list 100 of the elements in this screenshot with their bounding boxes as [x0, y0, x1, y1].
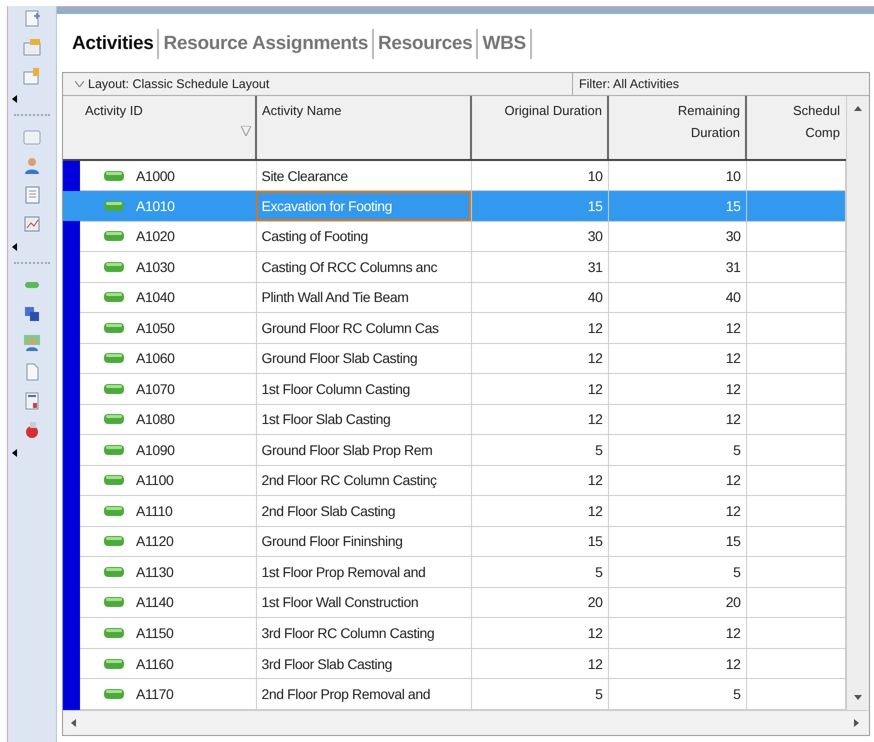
remaining-duration: 12 [608, 312, 746, 344]
activity-id: A1140 [136, 594, 174, 610]
person-icon[interactable] [22, 156, 42, 176]
activity-name: 2nd Floor Prop Removal and [256, 678, 471, 710]
activity-id: A1150 [136, 624, 174, 641]
activity-row[interactable]: A1150 3rd Floor RC Column Casting 12 12 [63, 618, 845, 648]
collapse-arrow-icon[interactable] [12, 449, 17, 457]
original-duration: 15 [471, 190, 608, 222]
activity-row[interactable]: A1020 Casting of Footing 30 30 [63, 221, 845, 252]
column-header[interactable]: Remaining Duration [668, 100, 740, 144]
activity-name: 2nd Floor Slab Casting [256, 496, 471, 526]
chart-icon[interactable] [22, 214, 42, 234]
activity-row[interactable]: A1160 3rd Floor Slab Casting 12 12 [63, 648, 845, 679]
activity-id: A1030 [136, 258, 174, 275]
column-header[interactable]: Activity Name [262, 100, 342, 122]
original-duration: 12 [471, 374, 608, 404]
activity-row[interactable]: A1090 Ground Floor Slab Prop Rem 5 5 [63, 434, 845, 466]
activity-id: A1040 [136, 289, 174, 306]
activity-id: A1110 [136, 502, 172, 519]
activity-id: A1000 [136, 168, 174, 184]
task-bar-icon [104, 231, 124, 242]
remaining-duration: 12 [608, 374, 746, 404]
activity-name: Excavation for Footing [256, 190, 471, 222]
scroll-left-icon[interactable] [71, 719, 76, 727]
task-bar-icon [104, 444, 124, 455]
tab[interactable]: Activities [68, 29, 160, 59]
filter-label[interactable]: Filter: All Activities [573, 77, 680, 91]
remaining-duration: 15 [608, 190, 746, 222]
task-bar-icon [104, 353, 124, 364]
original-duration: 15 [471, 526, 608, 557]
tab[interactable]: WBS [478, 29, 532, 59]
activity-id: A1080 [136, 411, 174, 428]
task-bar-icon [104, 200, 124, 211]
activity-id: A1050 [136, 320, 174, 336]
column-header[interactable]: Original Duration [504, 100, 602, 122]
remaining-duration: 5 [608, 556, 746, 588]
original-duration: 20 [471, 587, 608, 618]
remaining-duration: 15 [608, 526, 746, 557]
collapse-arrow-icon[interactable] [12, 243, 17, 251]
column-header[interactable]: Schedul Comp [768, 100, 840, 144]
squares-icon[interactable] [22, 304, 42, 324]
activity-name: Plinth Wall And Tie Beam [256, 282, 471, 313]
activity-name: Ground Floor Fininshing [256, 526, 471, 557]
original-duration: 12 [471, 618, 608, 648]
activity-row[interactable]: A1100 2nd Floor RC Column Castinç 12 12 [63, 465, 845, 496]
activity-row[interactable]: A1030 Casting Of RCC Columns anc 31 31 [63, 252, 845, 282]
task-bar-icon [104, 566, 124, 577]
original-duration: 12 [471, 404, 608, 435]
activity-id: A1020 [136, 228, 174, 244]
original-duration: 12 [471, 312, 608, 344]
collapse-arrow-icon[interactable] [12, 95, 17, 103]
activity-row[interactable]: A1000 Site Clearance 10 10 [63, 160, 845, 191]
remaining-duration: 12 [608, 404, 746, 435]
task-bar-icon [104, 506, 124, 516]
tab[interactable]: Resource Assignments [159, 29, 374, 59]
task-bar-icon [104, 414, 124, 424]
activity-row[interactable]: A1050 Ground Floor RC Column Cas 12 12 [63, 312, 845, 344]
document-icon[interactable] [22, 66, 42, 86]
activity-name: Ground Floor Slab Prop Rem [256, 434, 471, 466]
activity-id: A1070 [136, 380, 174, 397]
task-bar-icon [104, 689, 124, 700]
folder-icon[interactable] [22, 37, 42, 57]
activity-name: 1st Floor Wall Construction [256, 587, 471, 618]
task-bar-icon [104, 658, 124, 668]
activity-row[interactable]: A1070 1st Floor Column Casting 12 12 [63, 374, 845, 404]
scroll-right-icon[interactable] [854, 719, 859, 727]
original-duration: 30 [471, 221, 608, 252]
tab[interactable]: Resources [374, 29, 478, 59]
task-bar-icon [104, 292, 124, 302]
task-bar-icon [104, 597, 124, 608]
people-icon[interactable] [22, 333, 42, 353]
activity-name: 3rd Floor RC Column Casting [256, 618, 471, 648]
task-bar-icon [104, 322, 124, 333]
task-bar-icon [104, 262, 124, 272]
activity-row[interactable]: A1110 2nd Floor Slab Casting 12 12 [63, 496, 845, 526]
activity-row[interactable]: A1140 1st Floor Wall Construction 20 20 [63, 587, 845, 618]
activity-row[interactable]: A1130 1st Floor Prop Removal and 5 5 [63, 556, 845, 588]
activity-row[interactable]: A1170 2nd Floor Prop Removal and 5 5 [63, 678, 845, 710]
scroll-down-icon[interactable] [854, 695, 862, 700]
scroll-up-icon[interactable] [854, 106, 862, 111]
remaining-duration: 12 [608, 496, 746, 526]
remaining-duration: 40 [608, 282, 746, 313]
activity-name: 2nd Floor RC Column Castinç [256, 465, 471, 496]
original-duration: 40 [471, 282, 608, 313]
sort-indicator-icon[interactable] [241, 126, 251, 136]
layout-label[interactable]: Layout: Classic Schedule Layout [88, 77, 270, 91]
activity-name: Site Clearance [256, 160, 471, 191]
activity-id: A1060 [136, 350, 174, 366]
remaining-duration: 12 [608, 343, 746, 374]
task-bar-icon [104, 628, 124, 638]
activity-row[interactable]: A1040 Plinth Wall And Tie Beam 40 40 [63, 282, 845, 313]
remaining-duration: 12 [608, 648, 746, 679]
activity-row[interactable]: A1120 Ground Floor Fininshing 15 15 [63, 526, 845, 557]
remaining-duration: 5 [608, 434, 746, 466]
activity-row[interactable]: A1060 Ground Floor Slab Casting 12 12 [63, 343, 845, 374]
original-duration: 31 [471, 252, 608, 282]
column-header[interactable]: Activity ID [85, 100, 143, 122]
activity-id: A1010 [136, 198, 174, 214]
original-duration: 12 [471, 343, 608, 374]
activity-row[interactable]: A1080 1st Floor Slab Casting 12 12 [63, 404, 845, 435]
